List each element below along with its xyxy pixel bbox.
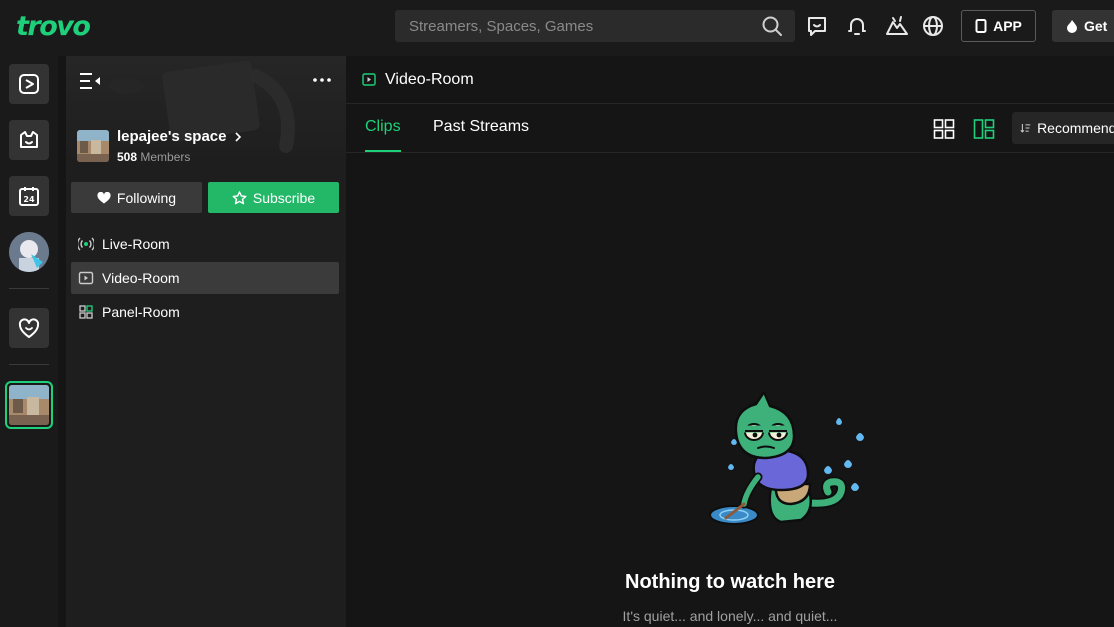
heart-icon xyxy=(97,191,111,203)
room-header: Video-Room xyxy=(346,56,1114,104)
space-avatar[interactable] xyxy=(77,130,109,162)
rail-space-thumbnail[interactable] xyxy=(5,381,53,429)
room-item-panel[interactable]: Panel-Room xyxy=(71,296,339,328)
search-icon[interactable] xyxy=(761,15,783,37)
tab-past-streams[interactable]: Past Streams xyxy=(433,118,529,136)
avatar-image xyxy=(9,232,49,272)
room-label: Video-Room xyxy=(102,270,180,286)
room-item-video[interactable]: Video-Room xyxy=(71,262,339,294)
flame-icon xyxy=(1067,20,1077,33)
main-content: Video-Room Clips Past Streams Recommende… xyxy=(346,56,1114,627)
collapse-menu-icon[interactable] xyxy=(78,70,102,92)
user-avatar[interactable] xyxy=(9,232,49,272)
rail-favorites-button[interactable] xyxy=(9,308,49,348)
empty-title: Nothing to watch here xyxy=(625,571,835,593)
content-tabs: Clips Past Streams Recommended xyxy=(346,104,1114,153)
phone-icon xyxy=(975,19,987,33)
video-room-icon xyxy=(362,73,376,86)
rail-divider xyxy=(9,288,49,289)
following-button[interactable]: Following xyxy=(71,182,202,213)
member-count: 508 Members xyxy=(117,150,190,164)
sort-label: Recommended xyxy=(1037,120,1114,136)
member-count-value: 508 xyxy=(117,150,138,164)
space-thumbnail-image xyxy=(9,385,49,425)
room-label: Live-Room xyxy=(102,236,170,252)
app-label: APP xyxy=(993,18,1022,34)
sort-icon xyxy=(1020,124,1031,133)
get-button[interactable]: Get xyxy=(1052,10,1114,42)
mountain-icon[interactable] xyxy=(885,14,909,38)
chevron-right-icon xyxy=(235,131,242,142)
logo-text: trovo xyxy=(16,10,91,42)
video-icon xyxy=(78,271,94,285)
empty-state-chameleon-illustration xyxy=(709,392,864,525)
trovo-logo[interactable]: trovo xyxy=(16,10,91,42)
room-title: Video-Room xyxy=(385,70,474,88)
rail-following-button[interactable] xyxy=(9,64,49,104)
following-label: Following xyxy=(116,189,177,206)
list-view-icon[interactable] xyxy=(973,119,995,139)
top-bar: trovo APP Get xyxy=(0,0,1114,56)
active-tab-indicator xyxy=(365,150,401,152)
panel-icon xyxy=(79,305,93,319)
rail-divider xyxy=(9,364,49,365)
svg-text:24: 24 xyxy=(23,195,35,204)
member-count-label: Members xyxy=(140,150,191,164)
chat-icon[interactable] xyxy=(805,14,829,38)
search-box xyxy=(395,10,795,42)
get-label: Get xyxy=(1084,18,1108,34)
search-input[interactable] xyxy=(395,10,755,42)
rail-schedule-button[interactable]: 24 xyxy=(9,176,49,216)
cat-icon xyxy=(20,131,38,148)
room-label: Panel-Room xyxy=(102,304,180,320)
live-icon xyxy=(78,237,94,251)
space-name-link[interactable]: lepajee's space xyxy=(117,128,242,145)
sort-dropdown[interactable]: Recommended xyxy=(1012,112,1114,144)
globe-icon[interactable] xyxy=(921,14,945,38)
space-avatar-image xyxy=(77,130,109,162)
play-square-icon xyxy=(19,74,39,94)
more-options-icon[interactable] xyxy=(312,72,332,88)
subscribe-button[interactable]: Subscribe xyxy=(208,182,339,213)
bell-icon[interactable] xyxy=(845,14,869,38)
room-item-live[interactable]: Live-Room xyxy=(71,228,339,260)
space-sidebar: lepajee's space 508 Members Following Su… xyxy=(66,56,346,627)
empty-subtitle: It's quiet... and lonely... and quiet... xyxy=(622,608,838,624)
star-icon xyxy=(232,190,247,204)
subscribe-label: Subscribe xyxy=(252,189,316,206)
app-button[interactable]: APP xyxy=(961,10,1036,42)
tab-clips[interactable]: Clips xyxy=(365,118,401,136)
calendar-24-icon: 24 xyxy=(19,187,39,206)
rail-browse-button[interactable] xyxy=(9,120,49,160)
left-rail: 24 xyxy=(0,56,58,627)
heart-badge-icon xyxy=(18,318,40,338)
grid-view-icon[interactable] xyxy=(933,119,955,139)
space-name: lepajee's space xyxy=(117,128,227,145)
